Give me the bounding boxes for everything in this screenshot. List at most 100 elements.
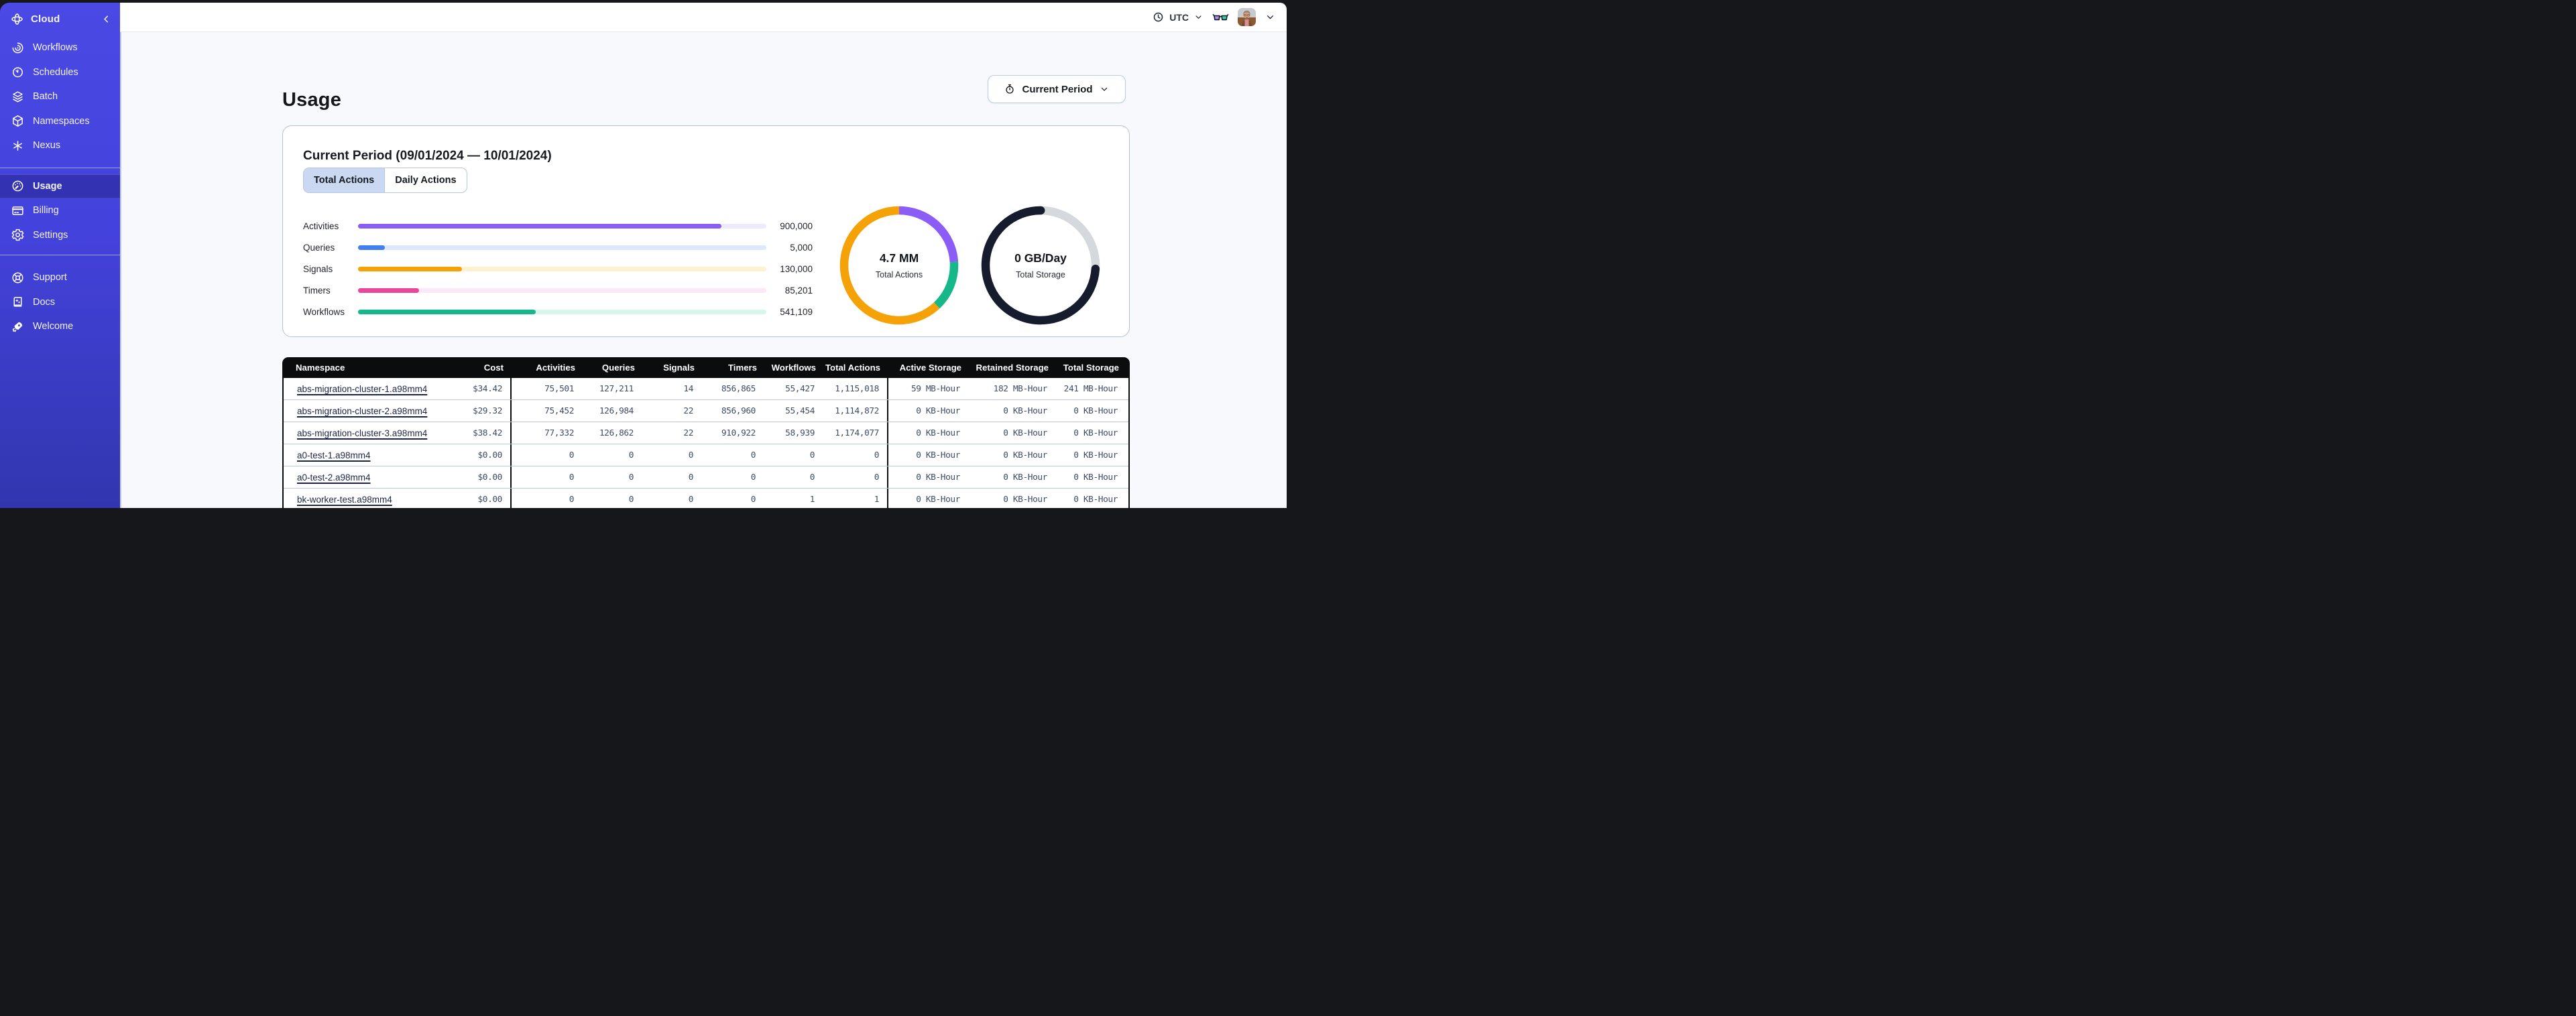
bar-fill <box>358 245 385 250</box>
sidebar-item-welcome[interactable]: Welcome <box>0 314 120 339</box>
table-cell: $0.00 <box>477 494 502 505</box>
sidebar-item-batch[interactable]: Batch <box>0 84 120 109</box>
bar-track <box>358 309 766 314</box>
tab-total-actions[interactable]: Total Actions <box>304 168 385 192</box>
table-cell: 0 <box>628 494 634 505</box>
table-header-cell: Workflows <box>771 363 816 373</box>
namespace-usage-table: Namespace Cost Activities Queries Signals Tim… <box>282 357 1130 508</box>
sidebar-collapse-button[interactable] <box>101 13 112 25</box>
bar-fill <box>358 288 420 293</box>
usage-bar-row: Signals 130,000 <box>303 261 813 277</box>
table-header-row: Namespace Cost Activities Queries Signals Tim… <box>282 357 1130 378</box>
table-cell: 127,211 <box>599 383 634 394</box>
table-cell: $0.00 <box>477 472 502 483</box>
sidebar-item-nexus[interactable]: Nexus <box>0 133 120 158</box>
table-cell: 14 <box>683 383 693 394</box>
table-cell: 0 <box>809 450 815 460</box>
donut-value: 0 GB/Day <box>1014 251 1067 265</box>
sidebar-item-label: Docs <box>33 296 56 308</box>
table-row: abs-migration-cluster-2.a98mm4 $29.32 75,4… <box>284 400 1128 422</box>
namespace-link[interactable]: a0-test-1.a98mm4 <box>297 450 371 460</box>
table-row: abs-migration-cluster-3.a98mm4 $38.42 77,3… <box>284 422 1128 444</box>
bar-fill <box>358 223 721 229</box>
namespace-link[interactable]: a0-test-2.a98mm4 <box>297 472 371 483</box>
user-avatar[interactable] <box>1238 8 1256 26</box>
table-cell: 0 <box>569 450 575 460</box>
table-cell: 0 <box>750 450 756 460</box>
bar-category-label: Activities <box>303 220 339 231</box>
glasses-icon <box>1212 13 1229 20</box>
workflows-icon <box>11 41 25 55</box>
namespace-link[interactable]: abs-migration-cluster-1.a98mm4 <box>297 384 427 394</box>
table-cell: 22 <box>683 428 693 438</box>
current-period-card: Current Period (09/01/2024 — 10/01/2024)… <box>282 125 1130 337</box>
table-cell: 0 KB-Hour <box>916 450 960 460</box>
table-cell: 0 KB-Hour <box>916 405 960 416</box>
table-header-cell: Total Storage <box>1063 363 1119 373</box>
app-title: Cloud <box>31 13 60 25</box>
table-cell: 0 <box>750 472 756 483</box>
sidebar-item-label: Workflows <box>33 42 78 54</box>
namespace-link[interactable]: abs-migration-cluster-3.a98mm4 <box>297 428 427 438</box>
labs-mode-glasses-toggle[interactable] <box>1212 11 1229 24</box>
table-cell: 0 <box>874 472 880 483</box>
sidebar-item-label: Batch <box>33 91 58 103</box>
sidebar-item-workflows[interactable]: Workflows <box>0 36 120 60</box>
table-cell: 0 KB-Hour <box>1003 405 1047 416</box>
bar-fill <box>358 309 536 314</box>
bar-category-label: Queries <box>303 242 335 253</box>
support-icon <box>11 271 25 285</box>
table-cell: 0 KB-Hour <box>1073 494 1118 505</box>
sidebar-item-schedules[interactable]: Schedules <box>0 60 120 85</box>
sidebar: Cloud Workflows Schedules Batch Namespaces N… <box>0 3 120 508</box>
table-cell: 0 KB-Hour <box>1073 472 1118 483</box>
table-header-cell: Signals <box>663 363 695 373</box>
namespace-link[interactable]: bk-worker-test.a98mm4 <box>297 495 392 505</box>
table-cell: 0 KB-Hour <box>916 494 960 505</box>
timezone-label: UTC <box>1169 11 1189 23</box>
table-cell: 0 KB-Hour <box>1003 450 1047 460</box>
account-menu-chevron[interactable] <box>1265 11 1276 23</box>
top-bar: UTC <box>120 3 1287 32</box>
batch-icon <box>11 90 25 104</box>
namespace-link[interactable]: abs-migration-cluster-2.a98mm4 <box>297 406 427 416</box>
sidebar-item-support[interactable]: Support <box>0 265 120 290</box>
sidebar-item-namespaces[interactable]: Namespaces <box>0 109 120 134</box>
actions-bar-chart: Activities 900,000 Queries 5,000 Signals 130,… <box>303 218 813 320</box>
period-select-button[interactable]: Current Period <box>988 75 1126 103</box>
table-header-cell: Cost <box>483 363 504 373</box>
bar-category-label: Workflows <box>303 306 345 317</box>
sidebar-item-label: Billing <box>33 205 59 216</box>
table-cell: 856,865 <box>721 383 756 394</box>
sidebar-nav-primary: Workflows Schedules Batch Namespaces Nexus <box>0 36 120 158</box>
sidebar-item-settings[interactable]: Settings <box>0 223 120 248</box>
donut-value: 4.7 MM <box>879 251 919 265</box>
table-cell: 126,862 <box>599 428 634 438</box>
sidebar-item-usage[interactable]: Usage <box>0 174 120 198</box>
table-cell: 910,922 <box>721 428 756 438</box>
timezone-selector[interactable]: UTC <box>1152 11 1204 23</box>
bar-value: 900,000 <box>780 220 813 231</box>
tab-daily-actions[interactable]: Daily Actions <box>384 168 466 192</box>
sidebar-item-billing[interactable]: Billing <box>0 198 120 223</box>
sidebar-item-label: Settings <box>33 229 68 241</box>
billing-icon <box>11 204 25 218</box>
table-cell: 0 <box>688 450 694 460</box>
table-cell: 0 <box>569 494 575 505</box>
table-cell: $38.42 <box>473 428 502 438</box>
main-content: Usage Current Period Current Period (09/… <box>120 32 1287 508</box>
bar-track <box>358 288 766 293</box>
sidebar-item-label: Schedules <box>33 66 78 78</box>
avatar-image <box>1238 8 1256 26</box>
bar-value: 5,000 <box>790 242 813 253</box>
table-cell: 0 <box>688 472 694 483</box>
table-cell: 0 <box>750 494 756 505</box>
sidebar-item-docs[interactable]: Docs <box>0 290 120 315</box>
namespace-cell: a0-test-1.a98mm4 <box>284 444 436 466</box>
table-cell: 55,454 <box>785 405 815 416</box>
